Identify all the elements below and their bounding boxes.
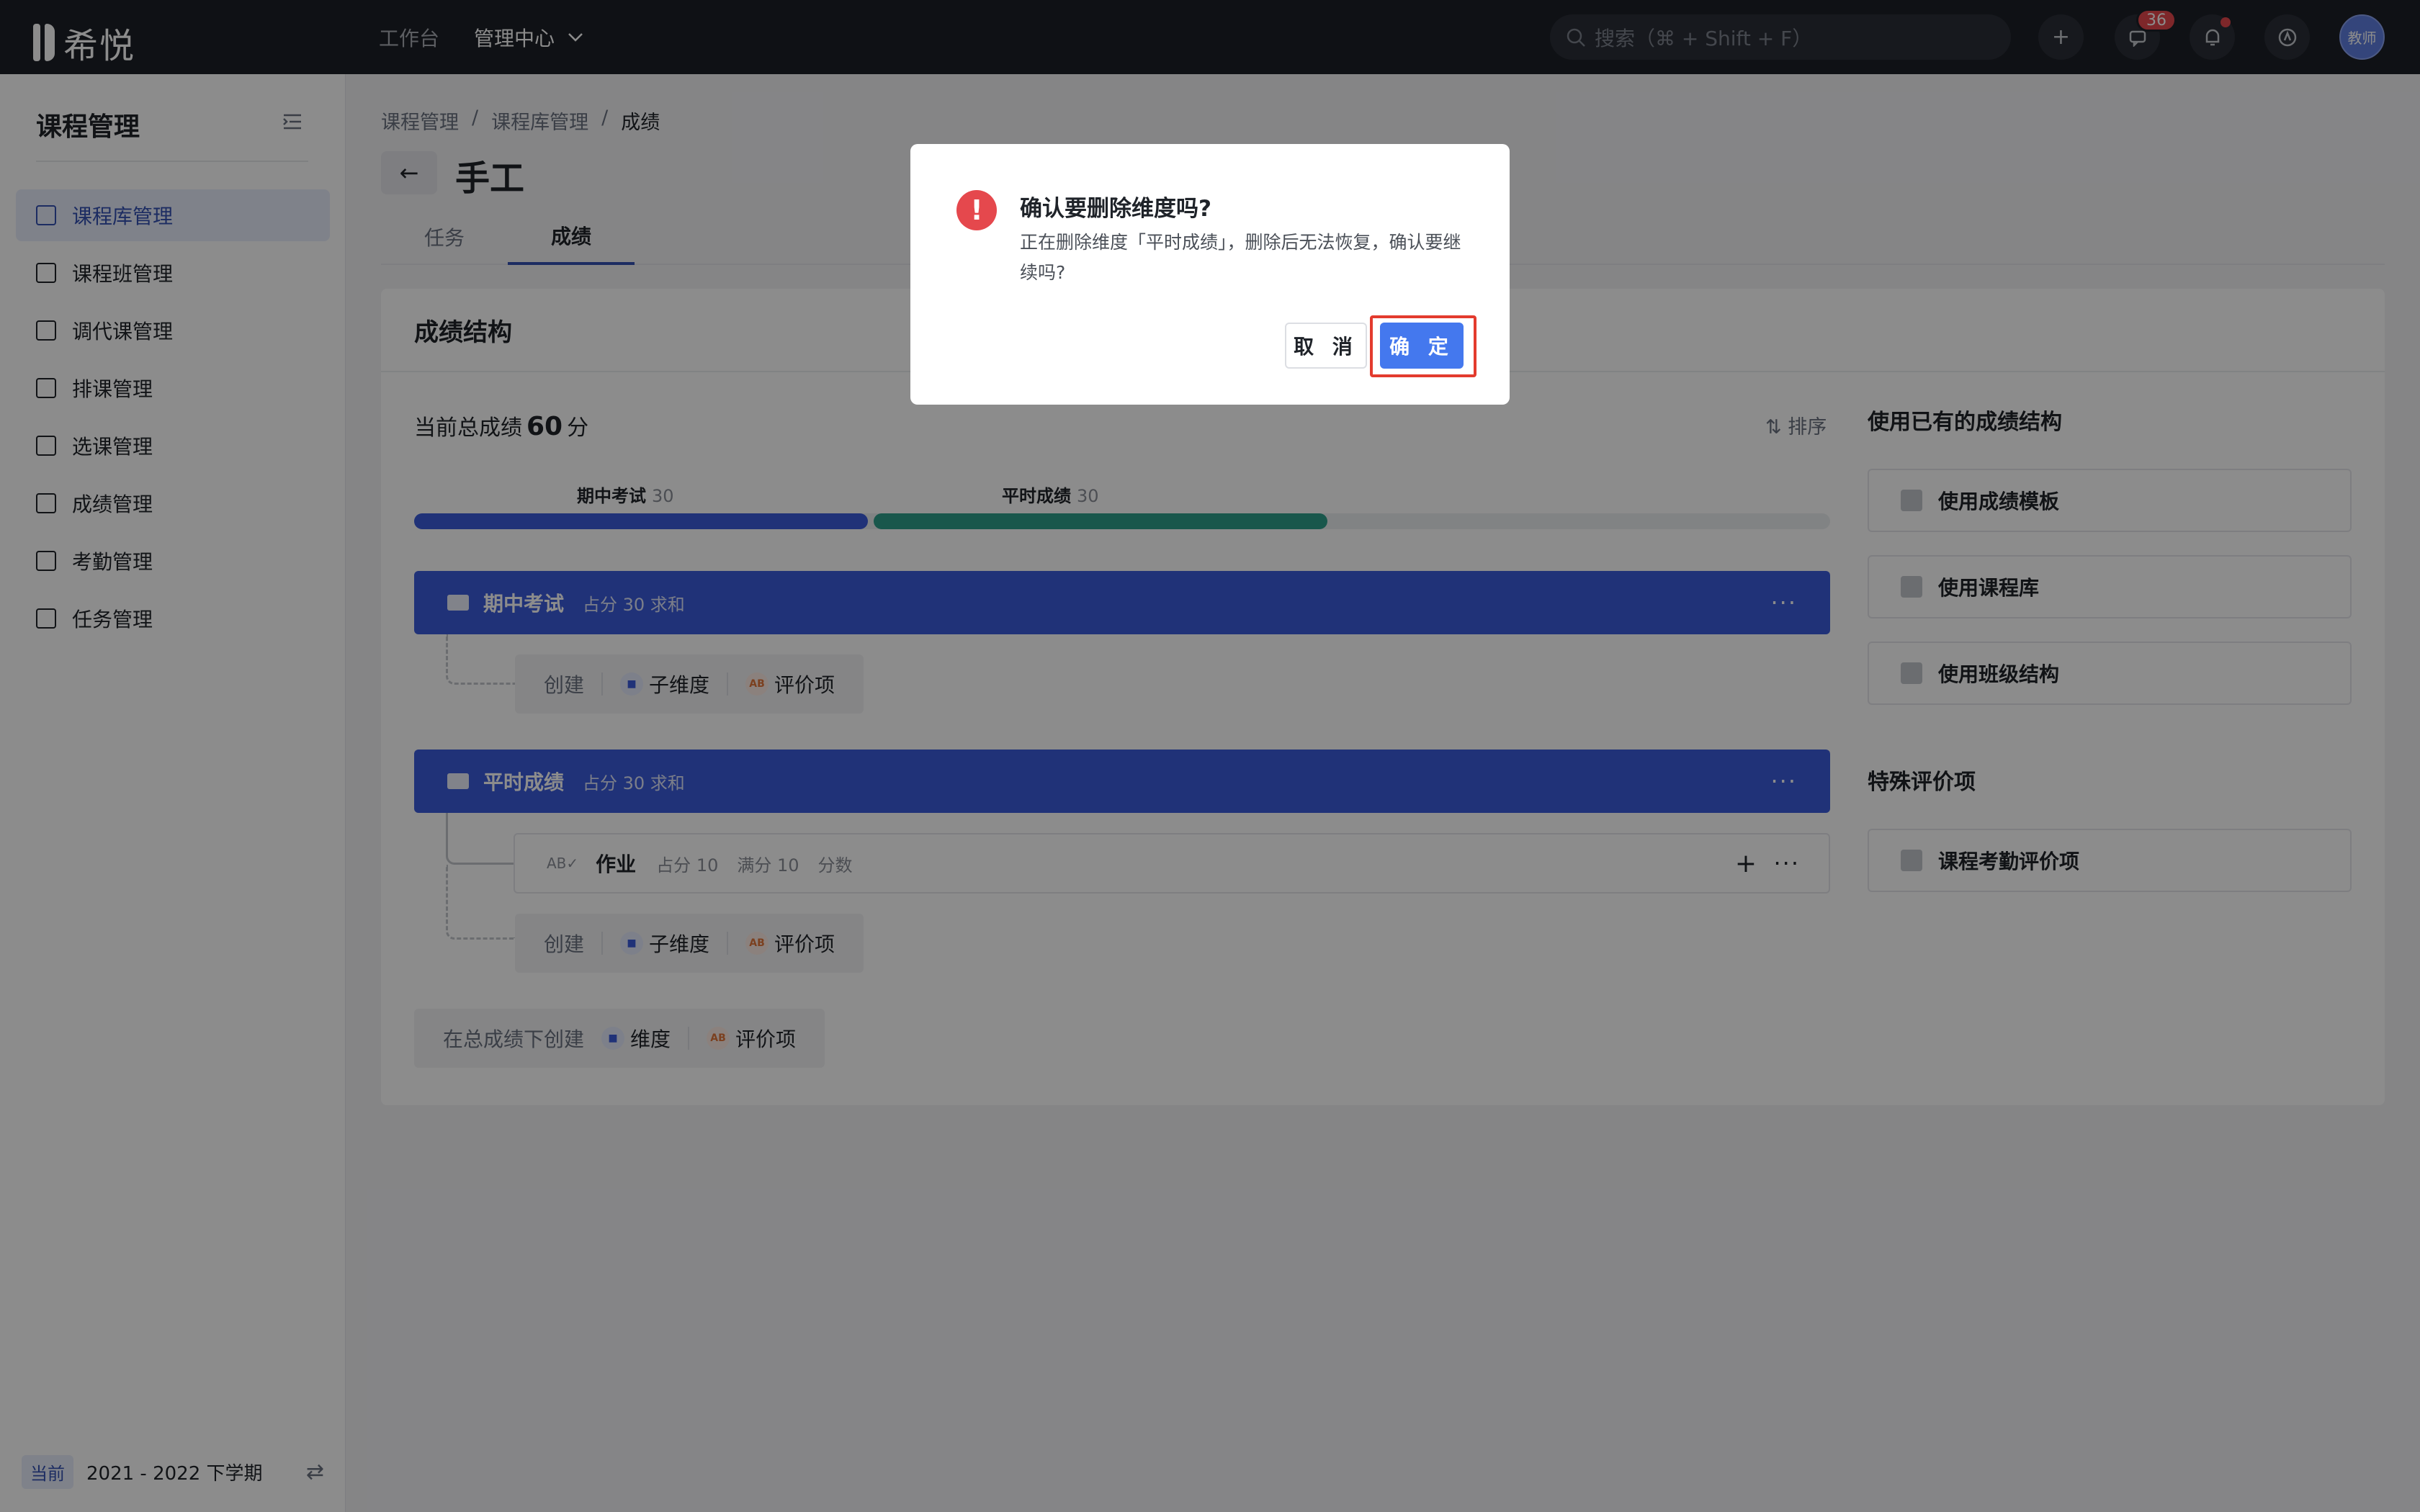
confirm-delete-dialog: ! 确认要删除维度吗? 正在删除维度「平时成绩」，删除后无法恢复，确认要继续吗?… xyxy=(910,144,1510,405)
confirm-button[interactable]: 确 定 xyxy=(1380,323,1464,369)
warning-icon: ! xyxy=(956,190,997,230)
cancel-button[interactable]: 取 消 xyxy=(1285,323,1367,369)
dialog-title: 确认要删除维度吗? xyxy=(1020,196,1211,222)
dialog-message: 正在删除维度「平时成绩」，删除后无法恢复，确认要继续吗? xyxy=(1020,232,1461,283)
